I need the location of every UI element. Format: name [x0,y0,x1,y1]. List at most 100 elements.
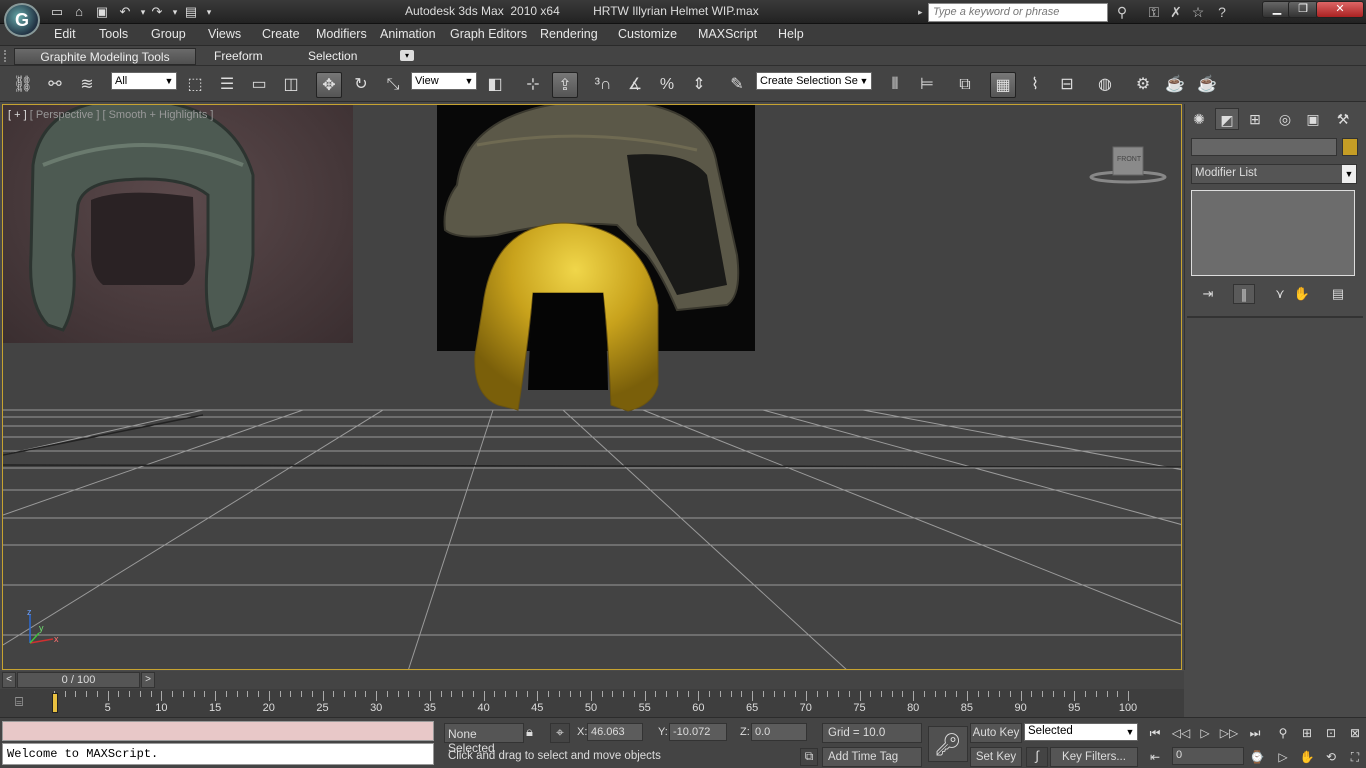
layer-manager-icon[interactable]: ⧉ [952,72,978,98]
viewcube[interactable]: FRONT [1089,145,1167,185]
time-slider-prev-button[interactable]: < [2,672,16,688]
pin-stack-icon[interactable]: ⇥ [1197,284,1219,304]
add-time-tag-button[interactable]: Add Time Tag [822,747,922,767]
tab-freeform[interactable]: Freeform [206,48,271,65]
select-and-rotate-icon[interactable]: ↻ [348,72,374,98]
utilities-panel-icon[interactable]: ⚒ [1331,108,1355,130]
display-panel-icon[interactable]: ▣ [1301,108,1325,130]
menu-group[interactable]: Group [151,27,186,41]
set-key-button[interactable]: Set Key [970,747,1022,767]
maxscript-listener-input[interactable] [2,721,434,741]
auto-key-button[interactable]: Auto Key [970,723,1022,743]
spinner-snap-icon[interactable]: ⇕ [686,72,712,98]
y-coordinate-field[interactable]: -10.072 [669,723,727,741]
align-icon[interactable]: ⊨ [914,72,940,98]
z-coordinate-field[interactable]: 0.0 [751,723,807,741]
key-icon[interactable]: ⚿ [1144,3,1164,21]
rectangular-selection-icon[interactable]: ▭ [246,72,272,98]
curve-editor-icon[interactable]: ⌇ [1022,72,1048,98]
menu-tools[interactable]: Tools [99,27,128,41]
select-and-scale-icon[interactable]: ⤡ [380,72,406,98]
ribbon-grip[interactable] [4,50,10,62]
motion-panel-icon[interactable]: ◎ [1273,108,1297,130]
rendered-frame-window-icon[interactable]: ☕ [1162,72,1188,98]
project-folder-icon[interactable]: ▤ [182,3,200,21]
menu-help[interactable]: Help [778,27,804,41]
zoom-all-icon[interactable]: ⊞ [1296,723,1318,743]
object-color-swatch[interactable] [1342,138,1358,156]
window-crossing-icon[interactable]: ◫ [278,72,304,98]
search-expand-icon[interactable]: ▸ [918,3,928,21]
key-filters-button[interactable]: Key Filters... [1050,747,1138,767]
configure-modifier-sets-icon[interactable]: ▤ [1327,284,1349,304]
show-end-result-icon[interactable]: ∥ [1233,284,1255,304]
reference-coordinate-dropdown[interactable]: View ▼ [411,72,477,90]
object-name-field[interactable] [1191,138,1337,156]
viewport-point-of-view-label[interactable]: [ Perspective ] [30,109,100,121]
remove-modifier-icon[interactable]: ✋ [1291,284,1313,304]
tab-selection[interactable]: Selection [300,48,365,65]
default-tangent-icon[interactable]: ∫ [1026,747,1048,767]
keyboard-shortcut-override-icon[interactable]: ⇪ [552,72,578,98]
material-editor-icon[interactable]: ◍ [1092,72,1118,98]
zoom-icon[interactable]: ⚲ [1272,723,1294,743]
edit-named-selection-icon[interactable]: ✎ [724,72,750,98]
viewport-shading-label[interactable]: [ Smooth + Highlights ] [102,109,213,121]
favorites-icon[interactable]: ☆ [1188,3,1208,21]
current-frame-marker[interactable] [52,693,58,713]
menu-animation[interactable]: Animation [380,27,436,41]
bind-to-space-warp-icon[interactable]: ≋ [74,72,100,98]
time-slider-thumb[interactable]: 0 / 100 [17,672,140,688]
mini-curve-editor-icon[interactable]: ⌸ [8,694,30,712]
named-selection-dropdown[interactable]: Create Selection Se ▼ [756,72,872,90]
menu-rendering[interactable]: Rendering [540,27,598,41]
next-frame-icon[interactable]: ▷▷ [1218,723,1240,743]
time-slider-next-button[interactable]: > [141,672,155,688]
zoom-extents-icon[interactable]: ⊡ [1320,723,1342,743]
maximize-viewport-icon[interactable]: ⛶ [1344,747,1366,767]
menu-views[interactable]: Views [208,27,241,41]
selection-filter-dropdown[interactable]: All ▼ [111,72,177,90]
menu-maxscript[interactable]: MAXScript [698,27,757,41]
help-icon[interactable]: ? [1212,3,1232,21]
quick-access-dropdown-icon[interactable]: ▾ [200,3,218,21]
select-and-link-icon[interactable]: ⛓ [10,72,36,98]
tab-graphite-modeling-tools[interactable]: Graphite Modeling Tools [14,48,196,65]
percent-snap-icon[interactable]: % [654,72,680,98]
menu-graph-editors[interactable]: Graph Editors [450,27,527,41]
snaps-toggle-icon[interactable]: ³∩ [590,72,616,98]
menu-customize[interactable]: Customize [618,27,677,41]
frame-ruler[interactable]: 5 10 15 20 25 30 35 40 45 50 55 60 65 70 75 80 85 90 95 100 [54,689,1137,717]
make-unique-icon[interactable]: ⋎ [1269,284,1291,304]
menu-edit[interactable]: Edit [54,27,76,41]
zoom-extents-all-icon[interactable]: ⊠ [1344,723,1366,743]
modifier-stack[interactable] [1191,190,1355,276]
undo-icon[interactable]: ↶ [116,3,134,21]
trackbar[interactable]: ⌸ 5 10 15 20 25 30 35 40 45 50 55 60 65 70 75 80 85 90 95 1… [0,689,1184,717]
binoculars-icon[interactable]: ⚲ [1112,3,1132,21]
pan-view-icon[interactable]: ✋ [1296,747,1318,767]
helmet-model[interactable] [474,222,659,412]
select-object-icon[interactable]: ⬚ [182,72,208,98]
select-by-name-icon[interactable]: ☰ [214,72,240,98]
previous-frame-icon[interactable]: ◁◁ [1170,723,1192,743]
set-key-icon[interactable]: 🔑︎ [928,726,968,762]
perspective-viewport[interactable]: z x y [ + ] [ Perspective ] [ Smooth + H… [2,104,1182,670]
go-to-start-icon[interactable]: ⏮ [1144,723,1166,743]
time-configuration-icon[interactable]: ⌚ [1246,747,1268,767]
graphite-toggle-icon[interactable]: ▦ [990,72,1016,98]
modify-panel-icon[interactable]: ◩ [1215,108,1239,130]
app-logo-icon[interactable]: G [4,3,40,37]
close-button[interactable]: ✕ [1316,1,1364,18]
pivot-center-icon[interactable]: ◧ [482,72,508,98]
maxscript-output[interactable]: Welcome to MAXScript. [2,743,434,765]
menu-create[interactable]: Create [262,27,300,41]
mirror-icon[interactable]: ⫴ [882,72,908,98]
time-tag-icon[interactable]: ⧉ [800,748,818,766]
go-to-end-icon[interactable]: ⏭ [1244,723,1266,743]
open-file-icon[interactable]: ⌂ [70,3,88,21]
render-setup-icon[interactable]: ⚙ [1130,72,1156,98]
field-of-view-icon[interactable]: ▷ [1272,747,1294,767]
save-file-icon[interactable]: ▣ [93,3,111,21]
manipulate-icon[interactable]: ⊹ [520,72,546,98]
